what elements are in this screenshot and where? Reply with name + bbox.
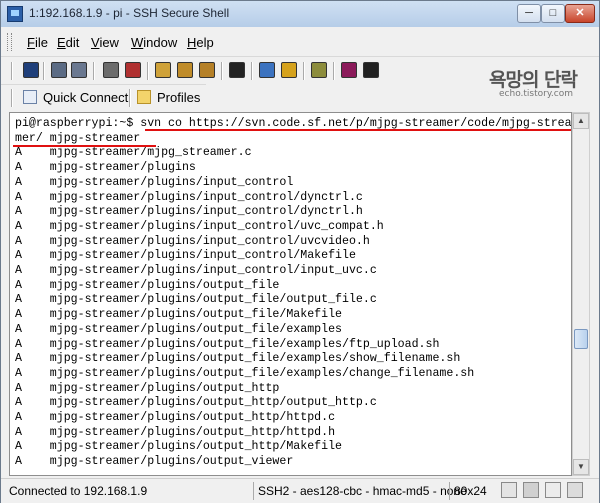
quickbar-separator xyxy=(129,89,131,107)
terminal-line: A mjpg-streamer/plugins/input_control xyxy=(15,175,294,189)
find-icon[interactable] xyxy=(229,62,245,78)
quick-connect-bar: Quick Connect Profiles xyxy=(1,84,206,111)
window-title: 1:192.168.1.9 - pi - SSH Secure Shell xyxy=(29,6,230,20)
quickbar-grip xyxy=(11,89,13,107)
profile-settings-icon[interactable] xyxy=(311,62,327,78)
toolbar-separator xyxy=(333,62,335,80)
terminal-line: A mjpg-streamer/plugins/input_control/Ma… xyxy=(15,249,356,263)
scroll-up-button[interactable]: ▲ xyxy=(573,113,589,129)
blog-watermark-logo: 욕망의 단락 echo.tistory.com xyxy=(489,65,578,103)
toolbar-separator xyxy=(221,62,223,80)
print-icon[interactable] xyxy=(51,62,67,78)
lock-status-icon xyxy=(501,482,517,498)
terminal-line: A mjpg-streamer/plugins/input_control/uv… xyxy=(15,219,384,233)
terminal-line: A mjpg-streamer/mjpg_streamer.c xyxy=(15,146,252,160)
folder-icon xyxy=(137,90,151,104)
menu-help-mnemonic: H xyxy=(187,35,197,50)
toolbar-separator xyxy=(251,62,253,80)
terminal-line: A mjpg-streamer/plugins/input_control/dy… xyxy=(15,205,363,219)
menu-view[interactable]: View xyxy=(91,35,119,50)
minimize-button[interactable]: ─ xyxy=(517,4,541,23)
app-icon xyxy=(7,6,23,22)
menu-file-mnemonic: F xyxy=(27,35,35,50)
menu-help[interactable]: Help xyxy=(187,35,214,50)
title-bar: 1:192.168.1.9 - pi - SSH Secure Shell ─ … xyxy=(1,1,599,27)
menu-file-label: ile xyxy=(34,35,48,50)
terminal-line: A mjpg-streamer/plugins/input_control/uv… xyxy=(15,234,370,248)
menubar-grip[interactable] xyxy=(7,33,12,51)
terminal-line: A mjpg-streamer/plugins/output_viewer xyxy=(15,455,294,469)
copy-icon[interactable] xyxy=(155,62,171,78)
terminal-line: A mjpg-streamer/plugins/output_file/exam… xyxy=(15,337,440,351)
terminal-line: A mjpg-streamer/plugins/output_file/exam… xyxy=(15,322,342,336)
terminal-size-status: 80x24 xyxy=(449,482,497,500)
settings-icon[interactable] xyxy=(125,62,141,78)
toolbar-separator xyxy=(147,62,149,80)
terminal-line: A mjpg-streamer/plugins/output_http xyxy=(15,381,280,395)
terminal-line: A mjpg-streamer/plugins/output_file/Make… xyxy=(15,308,342,322)
help-topics-icon[interactable] xyxy=(341,62,357,78)
terminal-scrollbar[interactable]: ▲ ▼ xyxy=(572,112,590,476)
command-highlight-underline xyxy=(145,129,571,131)
ssh-window: 1:192.168.1.9 - pi - SSH Secure Shell ─ … xyxy=(0,0,600,503)
menu-file[interactable]: File xyxy=(27,35,48,50)
context-help-icon[interactable] xyxy=(363,62,379,78)
menu-window-label: indow xyxy=(143,35,178,50)
menu-edit-label: dit xyxy=(65,35,80,50)
terminal-line: A mjpg-streamer/plugins/output_file/outp… xyxy=(15,293,377,307)
scrollbar-thumb[interactable] xyxy=(574,329,588,349)
print-preview-icon[interactable] xyxy=(71,62,87,78)
terminal-line: A mjpg-streamer/plugins/input_control/in… xyxy=(15,264,377,278)
menu-edit[interactable]: Edit xyxy=(57,35,79,50)
new-window-icon[interactable] xyxy=(259,62,275,78)
quick-connect-button[interactable]: Quick Connect xyxy=(23,87,128,109)
quick-connect-label: Quick Connect xyxy=(43,90,129,105)
close-button[interactable]: ✕ xyxy=(565,4,595,23)
terminal-line: A mjpg-streamer/plugins/output_http/http… xyxy=(15,425,336,439)
file-transfer-icon[interactable] xyxy=(281,62,297,78)
transfer-status-icon xyxy=(567,482,583,498)
disconnect-icon[interactable] xyxy=(103,62,119,78)
logo-main-text: 욕망의 단락 xyxy=(489,69,578,91)
terminal-line: A mjpg-streamer/plugins/output_file/exam… xyxy=(15,352,461,366)
profiles-label: Profiles xyxy=(157,90,201,105)
menu-bar: File Edit View Window Help xyxy=(1,29,599,55)
maximize-button[interactable]: □ xyxy=(541,4,565,23)
logo-sub-text: echo.tistory.com xyxy=(499,89,573,99)
menu-window-mnemonic: W xyxy=(131,35,144,50)
toolbar-separator xyxy=(43,62,45,80)
quick-connect-icon xyxy=(23,90,37,104)
toolbar-separator xyxy=(93,62,95,80)
cipher-status: SSH2 - aes128-cbc - hmac-md5 - none xyxy=(253,482,467,500)
terminal-area[interactable]: pi@raspberrypi:~$ svn co https://svn.cod… xyxy=(9,112,572,476)
menu-window[interactable]: Window xyxy=(131,35,177,50)
terminal-line: A mjpg-streamer/plugins/output_http/http… xyxy=(15,411,336,425)
toolbar-separator xyxy=(303,62,305,80)
terminal-line: A mjpg-streamer/plugins/output_http/Make… xyxy=(15,440,342,454)
command-highlight-underline xyxy=(13,145,156,147)
terminal-line: A mjpg-streamer/plugins/output_file/exam… xyxy=(15,366,475,380)
menu-edit-mnemonic: E xyxy=(57,35,66,50)
terminal-line: A mjpg-streamer/plugins/input_control/dy… xyxy=(15,190,363,204)
status-bar: Connected to 192.168.1.9 SSH2 - aes128-c… xyxy=(1,478,599,503)
menu-help-label: elp xyxy=(196,35,214,50)
terminal-line: A mjpg-streamer/plugins xyxy=(15,161,196,175)
menu-view-label: iew xyxy=(99,35,119,50)
encryption-status-icon xyxy=(523,482,539,498)
terminal-output: pi@raspberrypi:~$ svn co https://svn.cod… xyxy=(15,117,571,470)
paste-icon[interactable] xyxy=(177,62,193,78)
toolbar-grip xyxy=(11,62,13,80)
terminal-line: A mjpg-streamer/plugins/output_http/outp… xyxy=(15,396,377,410)
terminal-line: A mjpg-streamer/plugins/output_file xyxy=(15,278,280,292)
connection-status: Connected to 192.168.1.9 xyxy=(9,484,148,498)
keyboard-status-icon xyxy=(545,482,561,498)
scroll-down-button[interactable]: ▼ xyxy=(573,459,589,475)
profiles-button[interactable]: Profiles xyxy=(137,87,200,109)
paste-special-icon[interactable] xyxy=(199,62,215,78)
save-icon[interactable] xyxy=(23,62,39,78)
